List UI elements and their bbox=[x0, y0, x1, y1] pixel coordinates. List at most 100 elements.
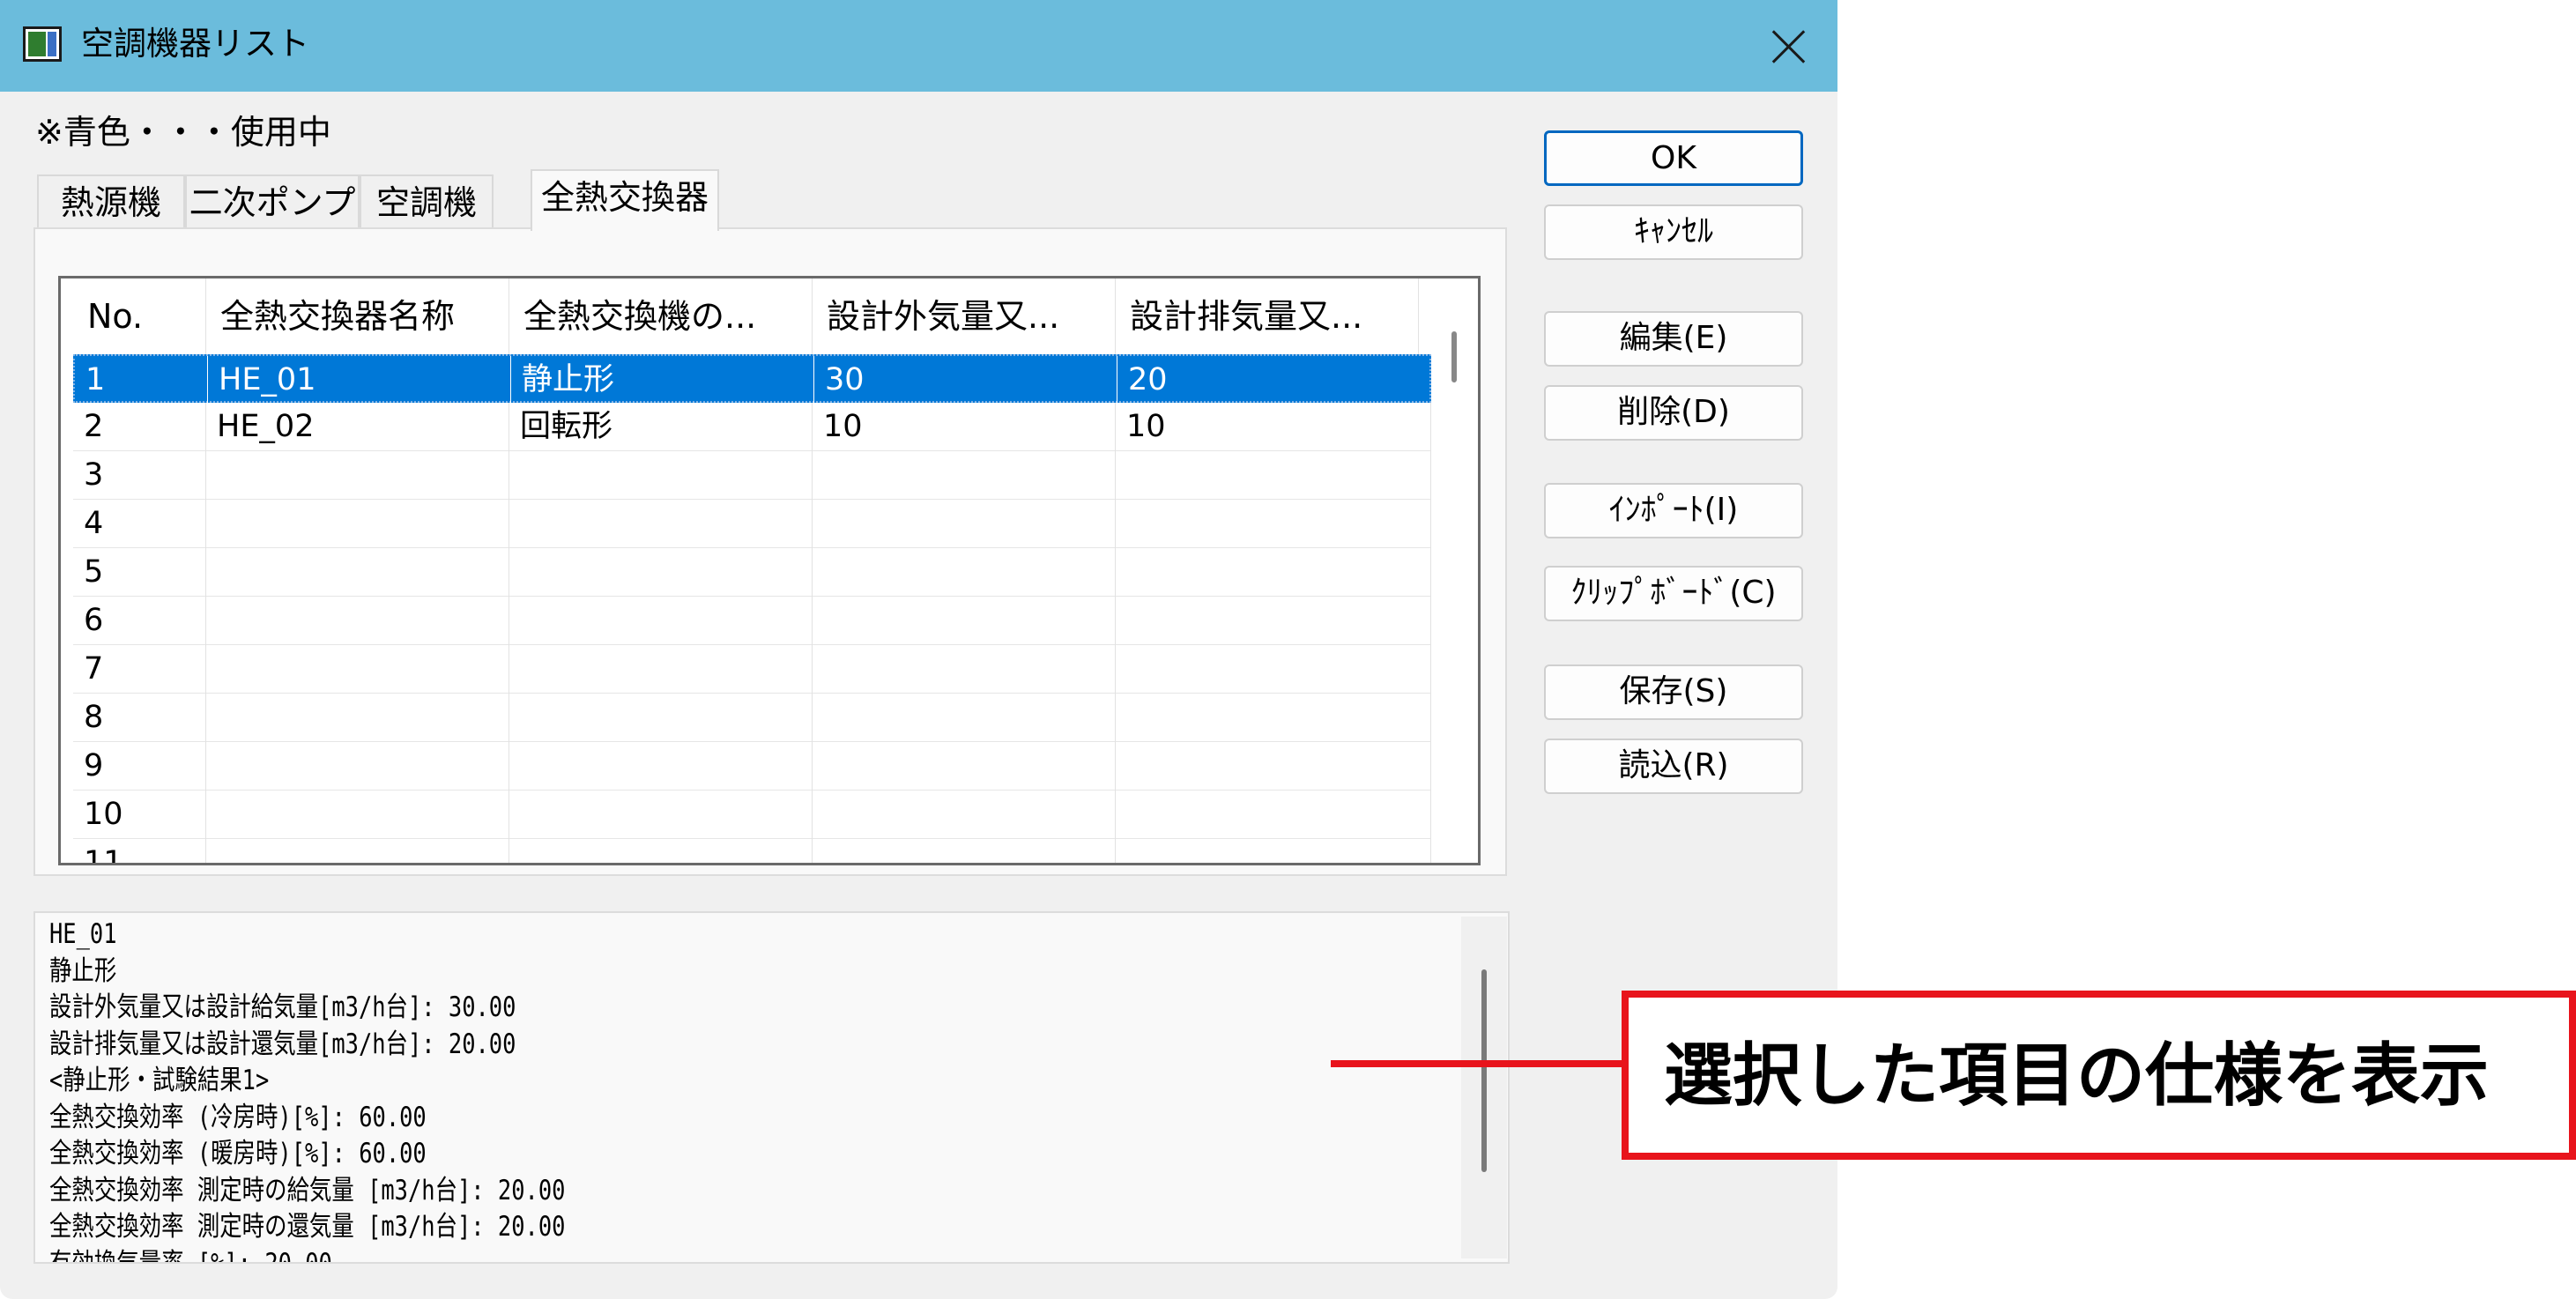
clipboard-button[interactable]: ｸﾘｯﾌﾟﾎﾞｰﾄﾞ(C) bbox=[1544, 566, 1803, 621]
column-header-name[interactable]: 全熱交換器名称 bbox=[206, 278, 509, 354]
table-cell bbox=[509, 791, 813, 839]
table-row[interactable]: 5 bbox=[73, 548, 1431, 597]
table-cell bbox=[1116, 451, 1431, 500]
title-bar[interactable]: 空調機器リスト bbox=[0, 0, 1837, 92]
usage-note: ※青色・・・使用中 bbox=[35, 113, 331, 152]
table-row[interactable]: 11 bbox=[73, 839, 1431, 863]
spec-line: 全熱交換効率 測定時の給気量 [m3/h台]: 20.00 bbox=[49, 1174, 566, 1206]
spec-line: 全熱交換効率 (暖房時)[%]: 60.00 bbox=[49, 1138, 427, 1169]
tab-heat-source[interactable]: 熱源機 bbox=[37, 174, 185, 229]
table-cell bbox=[1116, 500, 1431, 548]
table-cell: HE_01 bbox=[208, 356, 511, 405]
column-header-no[interactable]: No. bbox=[73, 278, 206, 354]
table-row[interactable]: 2 HE_02 回転形 10 10 bbox=[73, 403, 1431, 451]
detail-scrollbar[interactable] bbox=[1461, 917, 1507, 1258]
table-cell: 静止形 bbox=[511, 356, 814, 405]
equipment-grid[interactable]: No. 全熱交換器名称 全熱交換機の... 設計外気量又... 設計排気量又..… bbox=[58, 276, 1481, 865]
table-cell: 10 bbox=[813, 403, 1116, 451]
table-cell bbox=[206, 694, 509, 742]
table-cell bbox=[1116, 791, 1431, 839]
load-button[interactable]: 読込(R) bbox=[1544, 739, 1803, 794]
table-row[interactable]: 1 HE_01 静止形 30 20 bbox=[73, 354, 1433, 405]
table-cell bbox=[206, 645, 509, 694]
column-header-exhaust-air[interactable]: 設計排気量又... bbox=[1116, 278, 1419, 354]
spec-line: <静止形・試験結果1> bbox=[49, 1065, 270, 1096]
table-cell: 5 bbox=[73, 548, 206, 597]
table-cell bbox=[509, 839, 813, 863]
table-cell: 10 bbox=[1116, 403, 1431, 451]
table-cell bbox=[509, 742, 813, 791]
column-header-outdoor-air[interactable]: 設計外気量又... bbox=[813, 278, 1116, 354]
grid-scrollbar-thumb[interactable] bbox=[1451, 331, 1457, 382]
callout-box: 選択した項目の仕様を表示 bbox=[1622, 991, 2576, 1160]
table-cell bbox=[1116, 597, 1431, 645]
spec-line: 全熱交換効率 (冷房時)[%]: 60.00 bbox=[49, 1101, 427, 1133]
cancel-button[interactable]: ｷｬﾝｾﾙ bbox=[1544, 204, 1803, 260]
table-cell bbox=[1116, 548, 1431, 597]
table-row[interactable]: 7 bbox=[73, 645, 1431, 694]
table-cell bbox=[509, 694, 813, 742]
close-icon[interactable] bbox=[1761, 18, 1817, 74]
table-cell bbox=[813, 742, 1116, 791]
table-cell bbox=[509, 548, 813, 597]
table-cell bbox=[206, 597, 509, 645]
table-cell bbox=[1116, 839, 1431, 863]
app-icon bbox=[23, 26, 62, 62]
import-button[interactable]: ｲﾝﾎﾟｰﾄ(I) bbox=[1544, 483, 1803, 538]
table-cell bbox=[1116, 645, 1431, 694]
tab-secondary-pump[interactable]: 二次ポンプ bbox=[185, 174, 360, 229]
table-row[interactable]: 9 bbox=[73, 742, 1431, 791]
table-cell bbox=[813, 597, 1116, 645]
table-cell: HE_02 bbox=[206, 403, 509, 451]
table-row[interactable]: 10 bbox=[73, 791, 1431, 839]
table-row[interactable]: 8 bbox=[73, 694, 1431, 742]
table-cell bbox=[813, 694, 1116, 742]
detail-scrollbar-thumb[interactable] bbox=[1481, 969, 1487, 1172]
callout-text: 選択した項目の仕様を表示 bbox=[1664, 1036, 2490, 1116]
table-cell bbox=[206, 548, 509, 597]
save-button[interactable]: 保存(S) bbox=[1544, 664, 1803, 720]
window-title: 空調機器リスト bbox=[81, 25, 309, 63]
spec-detail-panel: HE_01 静止形 設計外気量又は設計給気量[m3/h台]: 30.00 設計排気量又… bbox=[33, 911, 1510, 1264]
table-cell: 3 bbox=[73, 451, 206, 500]
table-cell bbox=[813, 839, 1116, 863]
table-cell bbox=[1116, 742, 1431, 791]
table-row[interactable]: 3 bbox=[73, 451, 1431, 500]
table-cell bbox=[206, 839, 509, 863]
tab-total-heat-exchanger[interactable]: 全熱交換器 bbox=[531, 169, 719, 231]
table-cell bbox=[813, 645, 1116, 694]
grid-header: No. 全熱交換器名称 全熱交換機の... 設計外気量又... 設計排気量又..… bbox=[61, 278, 1431, 354]
spec-line: 有効換気量率 [%]: 20.00 bbox=[49, 1247, 332, 1264]
table-cell bbox=[206, 451, 509, 500]
table-cell: 1 bbox=[75, 356, 208, 405]
table-cell: 10 bbox=[73, 791, 206, 839]
ok-button[interactable]: OK bbox=[1544, 130, 1803, 186]
spec-line: 設計排気量又は設計還気量[m3/h台]: 20.00 bbox=[49, 1028, 516, 1060]
table-cell bbox=[206, 742, 509, 791]
table-cell bbox=[813, 500, 1116, 548]
spec-line: 静止形 bbox=[49, 954, 117, 987]
table-cell bbox=[509, 451, 813, 500]
table-cell: 20 bbox=[1117, 356, 1433, 405]
table-row[interactable]: 6 bbox=[73, 597, 1431, 645]
column-header-type[interactable]: 全熱交換機の... bbox=[509, 278, 813, 354]
table-cell: 回転形 bbox=[509, 403, 813, 451]
table-cell: 6 bbox=[73, 597, 206, 645]
table-cell bbox=[206, 500, 509, 548]
delete-button[interactable]: 削除(D) bbox=[1544, 385, 1803, 441]
table-cell bbox=[813, 451, 1116, 500]
table-cell bbox=[813, 548, 1116, 597]
tab-air-handler[interactable]: 空調機 bbox=[360, 174, 494, 229]
table-cell: 11 bbox=[73, 839, 206, 863]
table-row[interactable]: 4 bbox=[73, 500, 1431, 548]
table-cell: 30 bbox=[814, 356, 1117, 405]
spec-line: HE_01 bbox=[49, 918, 117, 950]
table-cell: 9 bbox=[73, 742, 206, 791]
table-cell: 4 bbox=[73, 500, 206, 548]
callout-connector bbox=[1331, 1060, 1622, 1067]
edit-button[interactable]: 編集(E) bbox=[1544, 311, 1803, 367]
grid-scrollbar[interactable] bbox=[1431, 278, 1478, 863]
table-cell: 7 bbox=[73, 645, 206, 694]
table-cell bbox=[813, 791, 1116, 839]
table-cell bbox=[509, 500, 813, 548]
